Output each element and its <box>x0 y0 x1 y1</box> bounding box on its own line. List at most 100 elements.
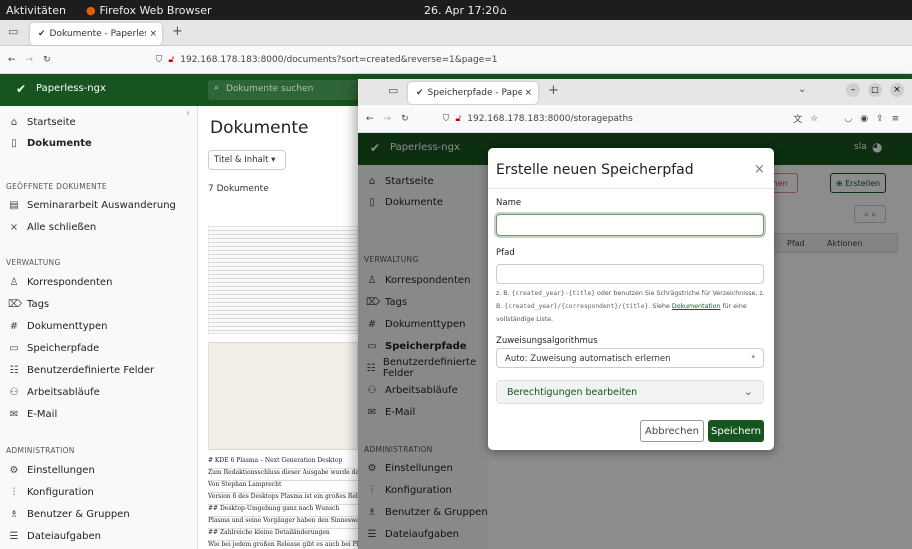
paperless-logo-icon: ✔ <box>16 82 27 96</box>
save-button[interactable]: Speichern <box>708 420 764 442</box>
section-heading-manage: VERWALTUNG <box>6 258 61 267</box>
sidebar-item-settings[interactable]: ⚙ Einstellungen <box>8 461 95 479</box>
sidebar-item-label: Benutzer & Gruppen <box>27 508 130 520</box>
documentation-link[interactable]: Dokumentation <box>672 303 721 310</box>
sidebar-item-open-document[interactable]: ▤ Seminararbeit Auswanderung <box>8 196 176 214</box>
help-text: . Siehe <box>648 303 672 310</box>
file-text-icon: ▤ <box>9 199 19 211</box>
tab-overview-icon[interactable]: ▭ <box>388 84 398 97</box>
tab-title: Speicherpfade - Paperles <box>427 88 522 98</box>
new-tab-button[interactable]: + <box>548 83 559 98</box>
name-field[interactable] <box>496 214 764 236</box>
sidebar-item-label: Tags <box>27 298 50 310</box>
sidebar-item-home[interactable]: ⌂ Startseite <box>8 113 76 131</box>
sidebar-item-custom-fields[interactable]: ☷ Benutzerdefinierte Felder <box>8 361 155 379</box>
activities-button[interactable]: Aktivitäten <box>6 4 66 17</box>
pocket-icon[interactable]: ◡ <box>844 114 852 124</box>
back-arrow-icon[interactable]: ← <box>366 114 374 124</box>
share-icon[interactable]: ⇪ <box>876 114 884 124</box>
brand-name[interactable]: Paperless-ngx <box>36 83 106 94</box>
reload-icon[interactable]: ↻ <box>401 114 409 124</box>
menu-icon[interactable]: ≡ <box>892 114 900 124</box>
preview-line: Wie bei jedem großen Release gibt es auc… <box>208 541 358 548</box>
url-bar[interactable]: 192.168.178.183:8000/documents?sort=crea… <box>180 55 497 65</box>
back-arrow-icon[interactable]: ← <box>8 55 16 65</box>
lock-warning-icon[interactable]: 🔓︎ <box>455 114 461 124</box>
forward-arrow-icon[interactable]: → <box>384 114 392 124</box>
chevron-down-icon[interactable]: ⌄ <box>798 84 806 95</box>
account-icon[interactable]: ◉ <box>860 114 868 124</box>
path-field[interactable] <box>496 264 764 284</box>
minimize-icon[interactable]: – <box>846 83 860 97</box>
sidebar-item-storage-paths[interactable]: ▭ Speicherpfade <box>8 339 99 357</box>
forward-arrow-icon[interactable]: → <box>26 55 34 65</box>
sidebar-item-configuration[interactable]: ⫶ Konfiguration <box>8 483 94 501</box>
close-icon[interactable]: × <box>150 29 158 39</box>
sidebar-item-correspondents[interactable]: ♙ Korrespondenten <box>8 273 113 291</box>
sidebar-item-label: Dateiaufgaben <box>27 530 101 542</box>
section-heading-open-docs: GEÖFFNETE DOKUMENTE <box>6 182 107 191</box>
active-app-label[interactable]: Firefox Web Browser <box>100 4 212 17</box>
translate-icon[interactable]: 文 <box>793 112 802 125</box>
envelope-icon: ✉ <box>9 408 19 420</box>
algorithm-select[interactable]: Auto: Zuweisung automatisch erlernen ▾ <box>496 348 764 368</box>
clock[interactable]: 26. Apr 17:20 <box>424 4 499 17</box>
name-label: Name <box>496 198 522 208</box>
url-bar[interactable]: 192.168.178.183:8000/storagepaths <box>467 114 717 124</box>
preview-line: Version 6 des Desktops Plasma ist ein gr… <box>208 493 358 505</box>
sidebar-item-label: Startseite <box>27 116 76 128</box>
cancel-button[interactable]: Abbrechen <box>640 420 704 442</box>
house-icon: ⌂ <box>10 116 18 128</box>
document-card-thumbnail[interactable] <box>208 342 358 450</box>
tab-storage-paths[interactable]: ✔ Speicherpfade - Paperles × <box>408 82 538 104</box>
shield-icon[interactable]: ⛉ <box>443 114 450 124</box>
section-heading-administration: ADMINISTRATION <box>6 446 75 455</box>
nav-toolbar: ← → ↻ ⛉ 🔓︎ 192.168.178.183:8000/document… <box>0 46 912 74</box>
search-input[interactable]: ⌕ Dokumente suchen <box>208 80 358 100</box>
maximize-icon[interactable]: □ <box>868 83 882 97</box>
sidebar-item-file-tasks[interactable]: ☰ Dateiaufgaben <box>8 527 101 545</box>
sidebar-item-workflows[interactable]: ⚇ Arbeitsabläufe <box>8 383 100 401</box>
new-tab-button[interactable]: + <box>172 24 183 39</box>
sidebar-item-email[interactable]: ✉ E-Mail <box>8 405 57 423</box>
tag-icon: ⌦ <box>8 298 23 310</box>
people-icon: ♗ <box>9 508 19 520</box>
search-placeholder: Dokumente suchen <box>226 84 314 94</box>
tab-strip: ▭ ✔ Dokumente - Paperless-ngx × + <box>0 20 912 46</box>
dialog-title: Erstelle neuen Speicherpfad <box>496 162 694 178</box>
diagram-icon: ⚇ <box>9 386 19 398</box>
close-all-link[interactable]: × Alle schließen <box>8 218 96 236</box>
reload-icon[interactable]: ↻ <box>43 55 51 65</box>
sidebar-item-label: Dokumenttypen <box>27 320 108 332</box>
preview-line: # KDE 6 Plasma – Next Generation Desktop <box>208 457 358 469</box>
path-label: Pfad <box>496 248 515 258</box>
close-icon[interactable]: × <box>754 162 765 177</box>
sidebar-item-documents[interactable]: ▯ Dokumente <box>8 134 92 152</box>
window-close-icon[interactable]: × <box>890 83 904 97</box>
collapse-sidebar-icon[interactable]: ‹ <box>186 108 190 119</box>
nav-toolbar: ← → ↻ ⛉ 🔓︎ 192.168.178.183:8000/storagep… <box>358 105 912 133</box>
bell-icon[interactable]: ⌂ <box>500 4 507 17</box>
shield-icon[interactable]: ⛉ <box>156 55 163 65</box>
document-count: 7 Dokumente <box>208 184 269 194</box>
path-help-text: z. B. {created_year}-{title} oder benutz… <box>496 287 766 326</box>
lock-warning-icon[interactable]: 🔓︎ <box>168 55 174 65</box>
bookmark-star-icon[interactable]: ☆ <box>810 114 818 124</box>
permissions-accordion[interactable]: Berechtigungen bearbeiten ⌄ <box>496 380 764 404</box>
document-card-thumbnail[interactable] <box>208 226 358 334</box>
sidebar-item-tags[interactable]: ⌦ Tags <box>8 295 49 313</box>
sidebar-item-users-groups[interactable]: ♗ Benutzer & Gruppen <box>8 505 130 523</box>
tab-documents[interactable]: ✔ Dokumente - Paperless-ngx × <box>30 23 162 45</box>
sidebar: ⌂ Startseite ▯ Dokumente GEÖFFNETE DOKUMEN… <box>0 106 198 549</box>
filter-dropdown[interactable]: Titel & Inhalt ▾ <box>208 150 286 170</box>
algorithm-label: Zuweisungsalgorithmus <box>496 336 598 346</box>
sidebar-item-label: Arbeitsabläufe <box>27 386 100 398</box>
preview-line: Zum Redaktionsschluss dieser Ausgabe wur… <box>208 469 358 481</box>
tab-overview-icon[interactable]: ▭ <box>8 25 18 38</box>
document-text-preview[interactable]: # KDE 6 Plasma – Next Generation Desktop… <box>208 457 358 549</box>
sidebar-item-label: Alle schließen <box>27 221 97 233</box>
close-icon[interactable]: × <box>525 88 533 98</box>
list-task-icon: ☰ <box>9 530 19 542</box>
sidebar-item-document-types[interactable]: # Dokumenttypen <box>8 317 108 335</box>
sidebar-item-label: Einstellungen <box>27 464 95 476</box>
